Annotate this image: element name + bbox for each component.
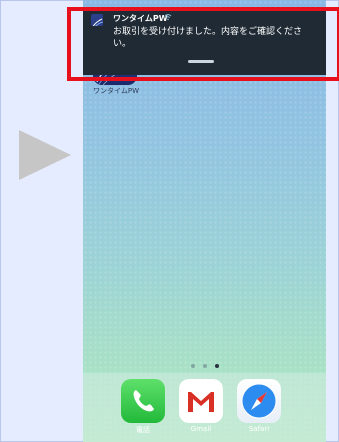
page-dot — [202, 364, 207, 368]
dock-app-safari[interactable]: Safari — [237, 379, 281, 433]
dock-app-phone[interactable]: 電話 — [121, 379, 165, 435]
page-indicator[interactable] — [83, 364, 326, 368]
app-label-onetime-pw: ワンタイムPW — [93, 87, 140, 95]
dock-label-safari: Safari — [248, 425, 270, 433]
dock-app-gmail[interactable]: Gmail — [179, 379, 223, 433]
dock-label-phone: 電話 — [136, 426, 150, 434]
gmail-icon — [179, 379, 223, 423]
dock: 電話 Gmail Safari — [83, 373, 326, 442]
highlight-annotation-box — [67, 7, 339, 81]
page-dot-active — [214, 364, 219, 368]
dock-label-gmail: Gmail — [190, 425, 212, 433]
play-arrow-icon — [19, 130, 71, 180]
phone-icon — [121, 379, 165, 423]
page-dot — [190, 364, 195, 368]
safari-icon — [237, 379, 281, 423]
